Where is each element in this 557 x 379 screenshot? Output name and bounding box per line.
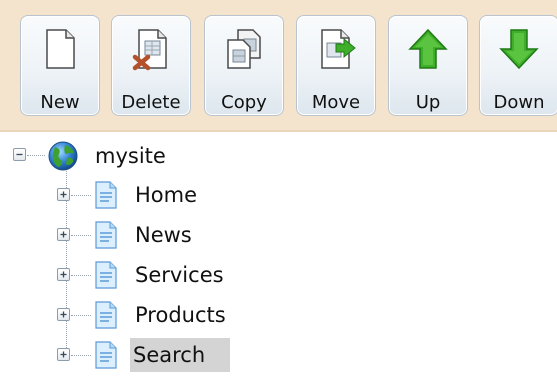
delete-button-label: Delete [121,92,181,113]
expand-toggle[interactable] [57,308,70,321]
expand-toggle[interactable] [57,268,70,281]
tree-node-label[interactable]: Services [132,260,227,290]
delete-button[interactable]: Delete [111,15,191,116]
tree-connector-line [71,315,91,316]
site-tree: mysite Home News Services Products Searc… [0,133,557,379]
globe-icon [48,141,78,171]
up-button[interactable]: Up [388,15,468,116]
tree-connector-line [71,275,91,276]
copy-button[interactable]: Copy [204,15,284,116]
tree-connector-line [71,235,91,236]
collapse-toggle[interactable] [13,148,26,161]
delete-document-icon [132,29,167,71]
expand-toggle[interactable] [57,188,70,201]
page-icon [95,221,117,249]
toolbar: New Delete Copy Move Up Down [0,0,557,132]
tree-node-label[interactable]: Home [132,180,200,210]
up-button-label: Up [415,92,441,113]
tree-node-label-selected[interactable]: Search [130,338,230,372]
new-document-icon [46,29,75,69]
page-icon [95,181,117,209]
expand-toggle[interactable] [57,348,70,361]
tree-connector-line [71,355,91,356]
page-icon [95,301,117,329]
tree-node-label[interactable]: Products [132,300,229,330]
green-arrow-up-icon [408,28,448,69]
copy-documents-icon [227,29,261,69]
move-button[interactable]: Move [296,15,376,116]
tree-node-label[interactable]: mysite [92,141,169,171]
down-button-label: Down [493,92,545,113]
move-document-icon [321,29,356,69]
green-arrow-down-icon [499,29,539,70]
page-icon [95,341,117,369]
page-icon [95,261,117,289]
tree-node-label[interactable]: News [132,220,195,250]
expand-toggle[interactable] [57,228,70,241]
tree-connector-line [27,155,45,156]
tree-connector-line [71,195,91,196]
new-button[interactable]: New [20,15,100,116]
new-button-label: New [40,92,80,113]
down-button[interactable]: Down [479,15,557,116]
copy-button-label: Copy [221,92,267,113]
move-button-label: Move [311,92,361,113]
